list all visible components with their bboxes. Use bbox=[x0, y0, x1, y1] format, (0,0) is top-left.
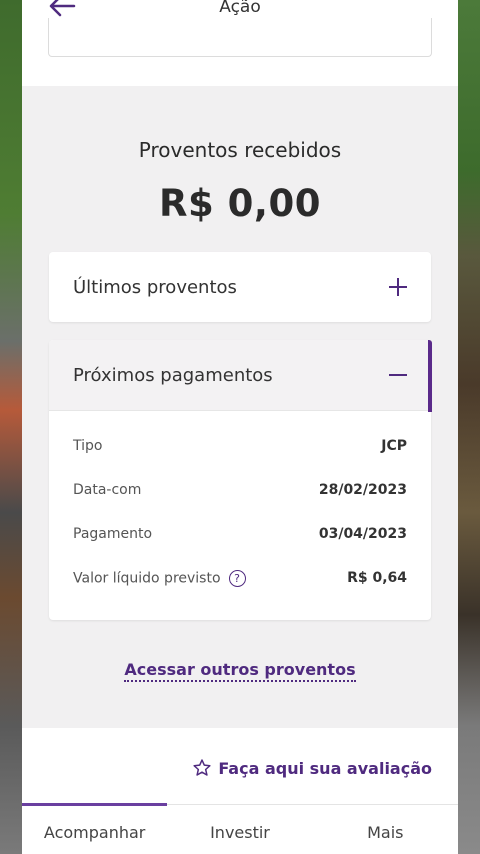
accordion-label: Últimos proventos bbox=[73, 276, 237, 298]
detail-label: Pagamento bbox=[73, 526, 153, 542]
rate-app-button[interactable]: Faça aqui sua avaliação bbox=[192, 758, 432, 778]
nav-tab-investir[interactable]: Investir bbox=[167, 805, 312, 854]
detail-row: Data-com 28/02/2023 bbox=[49, 468, 431, 512]
background-photo-left bbox=[0, 0, 22, 854]
app-screen: Ação Proventos recebidos R$ 0,00 Últimos… bbox=[22, 0, 458, 854]
plus-icon[interactable] bbox=[389, 278, 407, 296]
other-dividends-link[interactable]: Acessar outros proventos bbox=[124, 660, 356, 682]
dividends-amount: R$ 0,00 bbox=[159, 182, 321, 225]
detail-label: Tipo bbox=[73, 438, 103, 454]
dividends-section: Proventos recebidos R$ 0,00 Últimos prov… bbox=[22, 86, 458, 728]
detail-label-with-help: Valor líquido previsto? bbox=[73, 569, 246, 587]
nav-tab-mais[interactable]: Mais bbox=[313, 805, 458, 854]
detail-value: 28/02/2023 bbox=[318, 482, 407, 498]
detail-value: 03/04/2023 bbox=[318, 526, 407, 542]
page-title: Ação bbox=[219, 0, 261, 17]
other-dividends-link-wrap: Acessar outros proventos bbox=[22, 660, 458, 682]
minus-icon[interactable] bbox=[389, 366, 407, 384]
nav-tab-acompanhar[interactable]: Acompanhar bbox=[22, 803, 168, 854]
detail-row: Pagamento 03/04/2023 bbox=[49, 512, 431, 556]
detail-row: Tipo JCP bbox=[49, 424, 431, 468]
bottom-navigation: Acompanhar Investir Mais bbox=[22, 803, 458, 854]
star-icon bbox=[193, 759, 211, 776]
rate-app-label: Faça aqui sua avaliação bbox=[218, 758, 432, 778]
accordion-header[interactable]: Últimos proventos bbox=[49, 252, 431, 322]
detail-label: Data-com bbox=[73, 482, 142, 498]
help-icon[interactable]: ? bbox=[228, 569, 246, 587]
detail-value: R$ 0,64 bbox=[347, 570, 407, 586]
accordion-last-dividends[interactable]: Últimos proventos bbox=[49, 252, 431, 322]
detail-row: Valor líquido previsto? R$ 0,64 bbox=[49, 556, 431, 600]
accordion-header[interactable]: Próximos pagamentos bbox=[49, 340, 432, 412]
accordion-label: Próximos pagamentos bbox=[73, 364, 273, 386]
background-photo-right bbox=[458, 0, 480, 854]
detail-value: JCP bbox=[381, 438, 407, 454]
accordion-active-accent bbox=[428, 340, 432, 412]
previous-card bbox=[48, 18, 432, 57]
dividends-title: Proventos recebidos bbox=[138, 138, 342, 162]
payment-details: Tipo JCP Data-com 28/02/2023 Pagamento 0… bbox=[49, 411, 431, 600]
detail-label: Valor líquido previsto bbox=[73, 570, 221, 586]
accordion-next-payments[interactable]: Próximos pagamentos Tipo JCP Data-com 28… bbox=[49, 340, 432, 620]
